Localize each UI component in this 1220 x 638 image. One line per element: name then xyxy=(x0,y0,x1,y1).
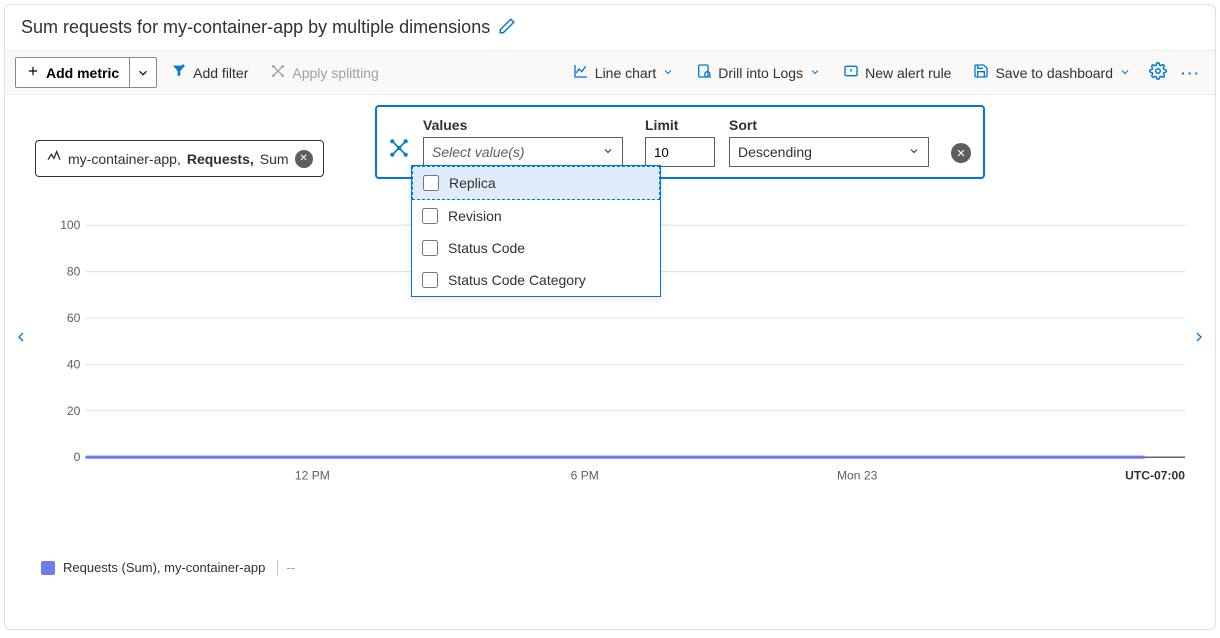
chart-next-icon[interactable] xyxy=(1191,325,1207,355)
metric-name: Requests, xyxy=(187,151,254,167)
metric-agg: Sum xyxy=(260,151,289,167)
values-label: Values xyxy=(423,117,631,133)
checkbox[interactable] xyxy=(423,175,439,191)
metric-resource: my-container-app, xyxy=(68,151,181,167)
settings-icon[interactable] xyxy=(1145,58,1171,87)
filter-icon xyxy=(171,63,187,82)
svg-text:UTC-07:00: UTC-07:00 xyxy=(1125,468,1185,482)
save-dashboard-button[interactable]: Save to dashboard xyxy=(965,57,1139,88)
limit-input[interactable] xyxy=(645,137,715,167)
new-alert-button[interactable]: New alert rule xyxy=(835,57,959,88)
legend-swatch xyxy=(41,561,55,575)
apply-splitting-button: Apply splitting xyxy=(262,57,386,88)
toolbar: Add metric Add filter Apply splitting Li… xyxy=(5,50,1215,95)
save-dashboard-label: Save to dashboard xyxy=(995,65,1113,81)
option-label: Status Code Category xyxy=(448,272,586,288)
legend: Requests (Sum), my-container-app -- xyxy=(41,560,295,575)
chevron-down-icon xyxy=(662,65,674,81)
chevron-down-icon xyxy=(908,144,920,160)
drill-logs-button[interactable]: Drill into Logs xyxy=(688,57,829,88)
svg-text:Mon 23: Mon 23 xyxy=(837,468,878,482)
splitting-icon xyxy=(270,63,286,82)
save-icon xyxy=(973,63,989,82)
y-axis-labels: 100 80 60 40 20 0 xyxy=(60,218,80,464)
chart-prev-icon[interactable] xyxy=(13,325,29,355)
chevron-down-icon xyxy=(602,144,614,160)
split-icon xyxy=(389,138,409,161)
svg-text:80: 80 xyxy=(67,265,81,279)
add-metric-chevron[interactable] xyxy=(130,57,157,88)
limit-label: Limit xyxy=(645,117,715,133)
sort-label: Sort xyxy=(729,117,937,133)
add-metric-label: Add metric xyxy=(46,65,119,81)
edit-title-icon[interactable] xyxy=(498,17,516,38)
svg-text:12 PM: 12 PM xyxy=(295,468,330,482)
apply-splitting-label: Apply splitting xyxy=(292,65,378,81)
logs-icon xyxy=(696,63,712,82)
values-dropdown: Replica Revision Status Code Status Code… xyxy=(411,165,661,297)
option-label: Status Code xyxy=(448,240,525,256)
new-alert-label: New alert rule xyxy=(865,65,951,81)
plus-icon xyxy=(26,64,40,81)
add-metric-button[interactable]: Add metric xyxy=(15,57,130,88)
sort-select[interactable]: Descending xyxy=(729,137,929,167)
checkbox[interactable] xyxy=(422,240,438,256)
chevron-down-icon xyxy=(809,65,821,81)
more-icon[interactable]: ··· xyxy=(1177,61,1205,85)
add-filter-label: Add filter xyxy=(193,65,248,81)
chart-title: Sum requests for my-container-app by mul… xyxy=(21,17,490,38)
dropdown-item-revision[interactable]: Revision xyxy=(412,200,660,232)
title-row: Sum requests for my-container-app by mul… xyxy=(5,5,1215,50)
add-metric-group: Add metric xyxy=(15,57,157,88)
svg-text:60: 60 xyxy=(67,311,81,325)
line-chart-label: Line chart xyxy=(595,65,656,81)
legend-label: Requests (Sum), my-container-app xyxy=(63,560,265,575)
checkbox[interactable] xyxy=(422,208,438,224)
values-placeholder: Select value(s) xyxy=(432,144,525,160)
metric-chip[interactable]: my-container-app, Requests, Sum ✕ xyxy=(35,140,324,177)
svg-text:6 PM: 6 PM xyxy=(571,468,599,482)
svg-text:100: 100 xyxy=(60,218,80,232)
remove-metric-icon[interactable]: ✕ xyxy=(295,150,313,168)
add-filter-button[interactable]: Add filter xyxy=(163,57,256,88)
checkbox[interactable] xyxy=(422,272,438,288)
drill-logs-label: Drill into Logs xyxy=(718,65,803,81)
option-label: Replica xyxy=(449,175,496,191)
dropdown-item-status-code[interactable]: Status Code xyxy=(412,232,660,264)
svg-text:20: 20 xyxy=(67,404,81,418)
chart-area: my-container-app, Requests, Sum ✕ Values… xyxy=(5,95,1215,595)
x-axis-labels: 12 PM 6 PM Mon 23 UTC-07:00 xyxy=(295,468,1185,482)
chevron-down-icon xyxy=(1119,65,1131,81)
option-label: Revision xyxy=(448,208,502,224)
legend-value: -- xyxy=(277,560,295,575)
values-select[interactable]: Select value(s) xyxy=(423,137,623,167)
line-chart-button[interactable]: Line chart xyxy=(565,57,682,88)
metrics-card: Sum requests for my-container-app by mul… xyxy=(4,4,1216,630)
svg-text:40: 40 xyxy=(67,357,81,371)
svg-text:0: 0 xyxy=(74,450,81,464)
alert-icon xyxy=(843,63,859,82)
sort-value: Descending xyxy=(738,144,812,160)
close-split-icon[interactable]: ✕ xyxy=(951,143,971,163)
dropdown-item-status-code-category[interactable]: Status Code Category xyxy=(412,264,660,296)
dropdown-item-replica[interactable]: Replica xyxy=(412,166,660,200)
metric-icon xyxy=(46,149,62,168)
line-chart-icon xyxy=(573,63,589,82)
